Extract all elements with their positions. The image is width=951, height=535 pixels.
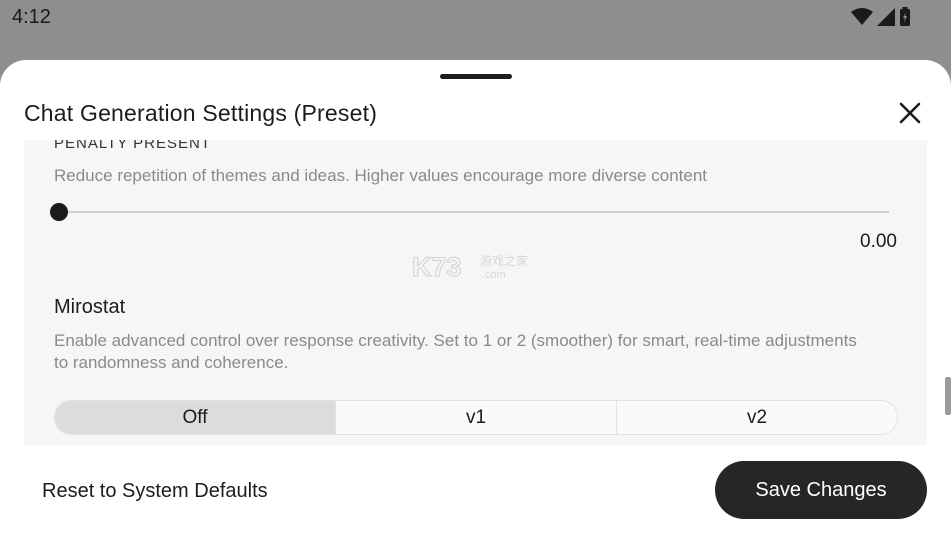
watermark-sub-text: 游戏之家	[480, 253, 528, 268]
mirostat-title: Mirostat	[54, 296, 126, 318]
wifi-icon	[851, 8, 873, 25]
signal-icon	[877, 8, 895, 26]
watermark-main-text: K73	[412, 252, 462, 282]
mirostat-option-v2[interactable]: v2	[616, 401, 897, 434]
settings-sheet: Chat Generation Settings (Preset) PENALT…	[0, 60, 951, 535]
battery-icon	[900, 7, 910, 26]
mirostat-option-v1[interactable]: v1	[335, 401, 616, 434]
settings-scroll-area[interactable]: PENALTY PRESENT Reduce repetition of the…	[24, 140, 927, 445]
scroll-indicator[interactable]	[945, 377, 951, 415]
reset-defaults-button[interactable]: Reset to System Defaults	[42, 480, 268, 503]
sheet-title: Chat Generation Settings (Preset)	[24, 100, 378, 126]
status-time: 4:12	[12, 6, 51, 28]
drag-handle[interactable]	[440, 74, 512, 79]
penalty-present-description: Reduce repetition of themes and ideas. H…	[54, 166, 707, 185]
penalty-present-value: 0.00	[860, 231, 897, 252]
status-icons	[851, 7, 911, 27]
mirostat-segmented-control: Off v1 v2	[54, 400, 898, 435]
close-icon	[899, 102, 921, 124]
close-button[interactable]	[897, 100, 923, 126]
penalty-present-label: PENALTY PRESENT	[54, 140, 211, 152]
penalty-present-slider-thumb[interactable]	[50, 203, 68, 221]
watermark-logo: K73 游戏之家 .com	[412, 252, 528, 282]
penalty-present-slider-track[interactable]	[59, 211, 889, 213]
watermark-domain-text: .com	[482, 269, 506, 281]
mirostat-description: Enable advanced control over response cr…	[54, 331, 857, 372]
save-changes-button[interactable]: Save Changes	[715, 461, 927, 519]
status-bar: 4:12	[0, 0, 951, 36]
mirostat-option-off[interactable]: Off	[55, 401, 335, 434]
